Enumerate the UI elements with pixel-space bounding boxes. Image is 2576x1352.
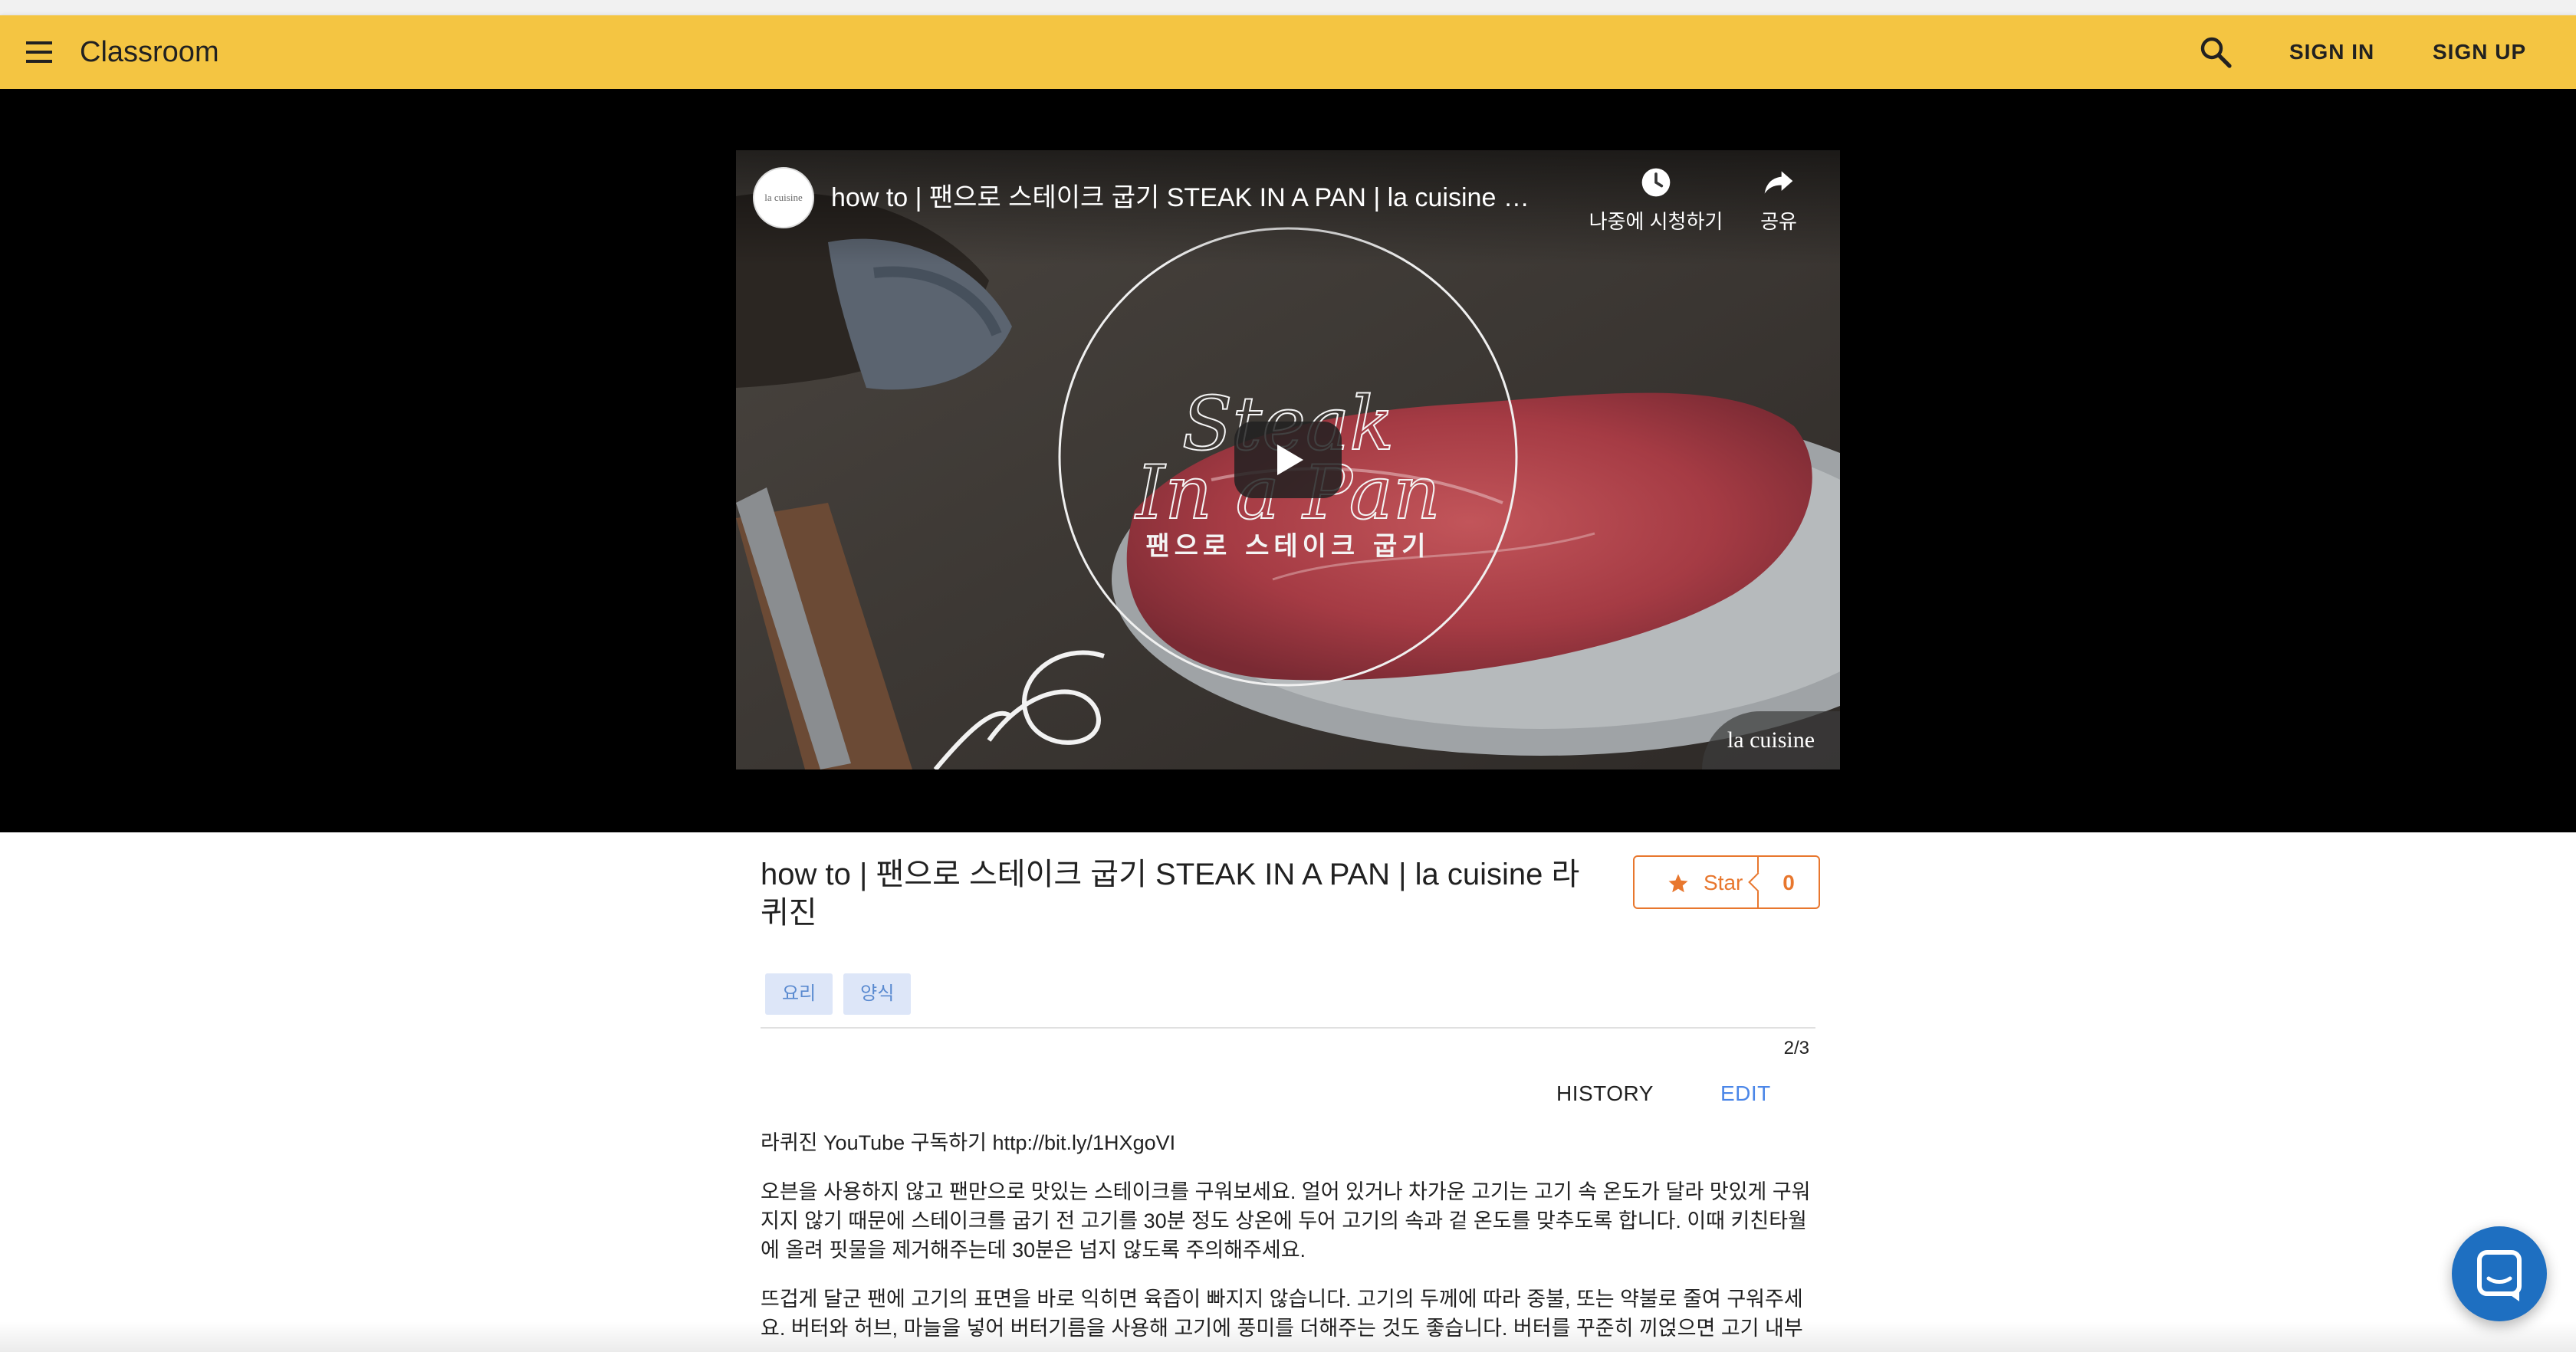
tag-list: 요리 양식	[765, 973, 922, 1015]
app-bar: Classroom SIGN IN SIGN UP	[0, 15, 2576, 89]
page-indicator: 2/3	[1783, 1038, 1809, 1058]
star-count: 0	[1783, 871, 1795, 894]
sign-up-button[interactable]: SIGN UP	[2433, 32, 2526, 72]
search-icon[interactable]	[2197, 34, 2234, 71]
star-button[interactable]: Star 0	[1633, 855, 1820, 909]
play-icon	[1277, 445, 1303, 475]
share-label: 공유	[1760, 210, 1797, 233]
video-stage: Steak In a Pan 팬으로 스테이크 굽기 la cuisine ho…	[0, 89, 2576, 832]
chat-icon	[2477, 1250, 2522, 1301]
share-button[interactable]: 공유	[1746, 166, 1811, 235]
menu-icon[interactable]	[23, 38, 55, 66]
divider	[761, 1027, 1815, 1029]
channel-avatar[interactable]: la cuisine	[753, 167, 814, 228]
clock-icon	[1641, 168, 1671, 197]
tag-chip[interactable]: 양식	[843, 973, 912, 1015]
bottom-shadow	[0, 1321, 2576, 1352]
overlay-korean-caption: 팬으로 스테이크 굽기	[1145, 531, 1430, 562]
paragraph: 오븐을 사용하지 않고 팬만으로 맛있는 스테이크를 구워보세요. 얼어 있거나…	[761, 1180, 1811, 1262]
edit-button[interactable]: EDIT	[1720, 1075, 1771, 1113]
paragraph: 라퀴진 YouTube 구독하기 http://bit.ly/1HXgoVI	[761, 1131, 1176, 1154]
post-title: how to | 팬으로 스테이크 굽기 STEAK IN A PAN | la…	[761, 858, 1580, 930]
app-title[interactable]: Classroom	[80, 32, 219, 72]
watch-later-button[interactable]: 나중에 시청하기	[1579, 166, 1733, 235]
video-title-link[interactable]: how to | 팬으로 스테이크 굽기 STEAK IN A PAN | la…	[831, 179, 1536, 216]
star-label: Star	[1704, 871, 1743, 894]
window-top-strip	[0, 0, 2576, 16]
share-icon	[1764, 171, 1793, 194]
star-icon	[1668, 874, 1688, 893]
tag-chip[interactable]: 요리	[765, 973, 833, 1015]
watch-later-label: 나중에 시청하기	[1589, 210, 1723, 233]
history-button[interactable]: HISTORY	[1556, 1075, 1654, 1113]
play-button[interactable]	[1234, 422, 1342, 498]
sign-in-button[interactable]: SIGN IN	[2289, 32, 2374, 72]
video-player[interactable]: Steak In a Pan 팬으로 스테이크 굽기 la cuisine ho…	[736, 150, 1840, 770]
chat-launcher-button[interactable]	[2452, 1226, 2547, 1321]
